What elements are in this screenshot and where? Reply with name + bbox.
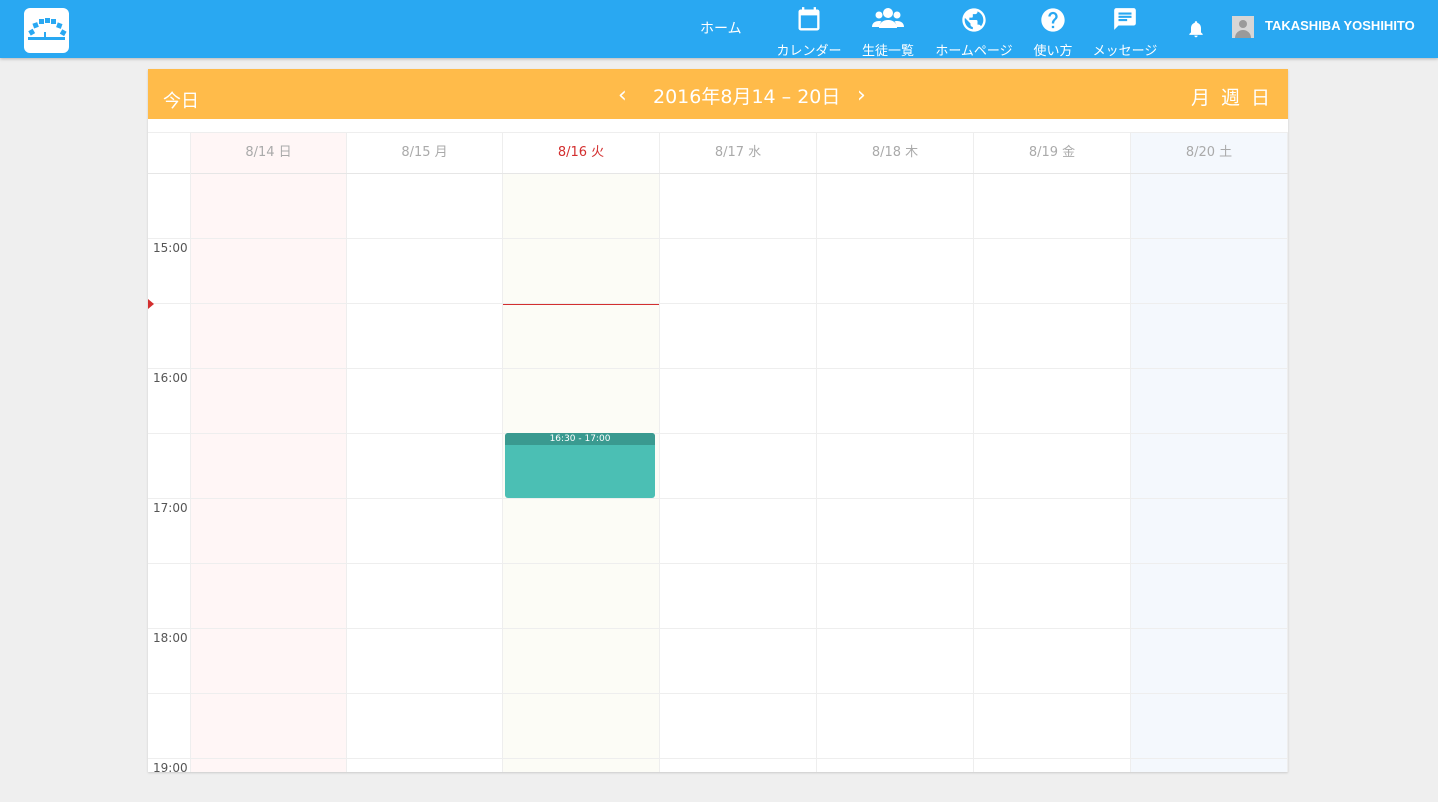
prev-week-button[interactable]: ‹ xyxy=(618,83,627,108)
now-indicator-line xyxy=(503,304,659,305)
day-column-fri[interactable] xyxy=(974,174,1131,772)
today-button[interactable]: 今日 xyxy=(163,87,199,113)
user-name[interactable]: TAKASHIBA YOSHIHITO xyxy=(1265,18,1415,33)
day-column-sun[interactable] xyxy=(191,174,347,772)
nav-messages[interactable]: メッセージ xyxy=(1090,6,1160,59)
day-column-mon[interactable] xyxy=(347,174,503,772)
time-label: 19:00 xyxy=(153,761,188,772)
day-header-sun[interactable]: 8/14 日 xyxy=(191,133,347,173)
day-header-sat[interactable]: 8/20 土 xyxy=(1131,133,1288,173)
time-label: 18:00 xyxy=(153,631,188,645)
globe-icon xyxy=(932,6,1016,34)
bell-icon xyxy=(1186,21,1206,44)
week-view-button[interactable]: 週 xyxy=(1221,83,1240,110)
day-view-button[interactable]: 日 xyxy=(1251,83,1270,110)
nav-homepage[interactable]: ホームページ xyxy=(932,6,1016,59)
help-icon xyxy=(1032,6,1074,34)
calendar-icon xyxy=(774,6,844,34)
notifications-button[interactable] xyxy=(1186,18,1206,44)
calendar-toolbar: 今日 ‹ 2016年8月14 – 20日 › 月 週 日 xyxy=(148,69,1288,119)
event-time: 16:30 - 17:00 xyxy=(505,433,655,445)
header-divider xyxy=(148,173,1288,174)
slot-line xyxy=(148,758,1288,759)
slot-line xyxy=(148,368,1288,369)
time-gutter-border xyxy=(190,133,191,772)
user-avatar[interactable] xyxy=(1232,16,1254,38)
day-header-thu[interactable]: 8/18 木 xyxy=(817,133,974,173)
day-header-tue[interactable]: 8/16 火 xyxy=(503,133,660,173)
day-column-sat[interactable] xyxy=(1131,174,1288,772)
nav-homepage-label: ホームページ xyxy=(935,44,1013,59)
slot-line xyxy=(148,693,1288,694)
day-header-wed[interactable]: 8/17 水 xyxy=(660,133,817,173)
slot-line xyxy=(148,628,1288,629)
nav-calendar-label: カレンダー xyxy=(776,44,842,59)
slot-line xyxy=(148,498,1288,499)
now-indicator-arrow xyxy=(148,299,154,309)
nav-home-link[interactable]: ホーム xyxy=(700,18,742,38)
nav-messages-label: メッセージ xyxy=(1092,44,1158,59)
top-nav-bar: ホーム カレンダー 生徒一覧 ホームページ 使い方 メッセージ TAKASHIB… xyxy=(0,0,1438,59)
month-view-button[interactable]: 月 xyxy=(1191,83,1210,110)
people-icon xyxy=(860,6,916,34)
calendar-card: 今日 ‹ 2016年8月14 – 20日 › 月 週 日 8/14 日 8/15… xyxy=(148,69,1288,772)
date-range-title: 2016年8月14 – 20日 xyxy=(653,86,841,108)
nav-students[interactable]: 生徒一覧 xyxy=(860,6,916,59)
nav-help-label: 使い方 xyxy=(1033,44,1073,59)
avatar-icon xyxy=(1232,16,1254,38)
time-label: 17:00 xyxy=(153,501,188,515)
slot-line xyxy=(148,303,1288,304)
nav-students-label: 生徒一覧 xyxy=(861,44,914,59)
time-label: 16:00 xyxy=(153,371,188,385)
app-logo[interactable] xyxy=(24,8,69,53)
day-header-mon[interactable]: 8/15 月 xyxy=(347,133,503,173)
time-label: 15:00 xyxy=(153,241,188,255)
slot-line xyxy=(148,563,1288,564)
calendar-event[interactable]: 16:30 - 17:00 xyxy=(505,433,655,498)
nav-calendar[interactable]: カレンダー xyxy=(774,6,844,59)
day-column-thu[interactable] xyxy=(817,174,974,772)
message-icon xyxy=(1090,6,1160,34)
day-column-wed[interactable] xyxy=(660,174,817,772)
nav-help[interactable]: 使い方 xyxy=(1032,6,1074,59)
slot-line xyxy=(148,433,1288,434)
logo-icon xyxy=(28,18,67,40)
slot-line xyxy=(148,238,1288,239)
day-header-fri[interactable]: 8/19 金 xyxy=(974,133,1131,173)
next-week-button[interactable]: › xyxy=(857,83,866,108)
